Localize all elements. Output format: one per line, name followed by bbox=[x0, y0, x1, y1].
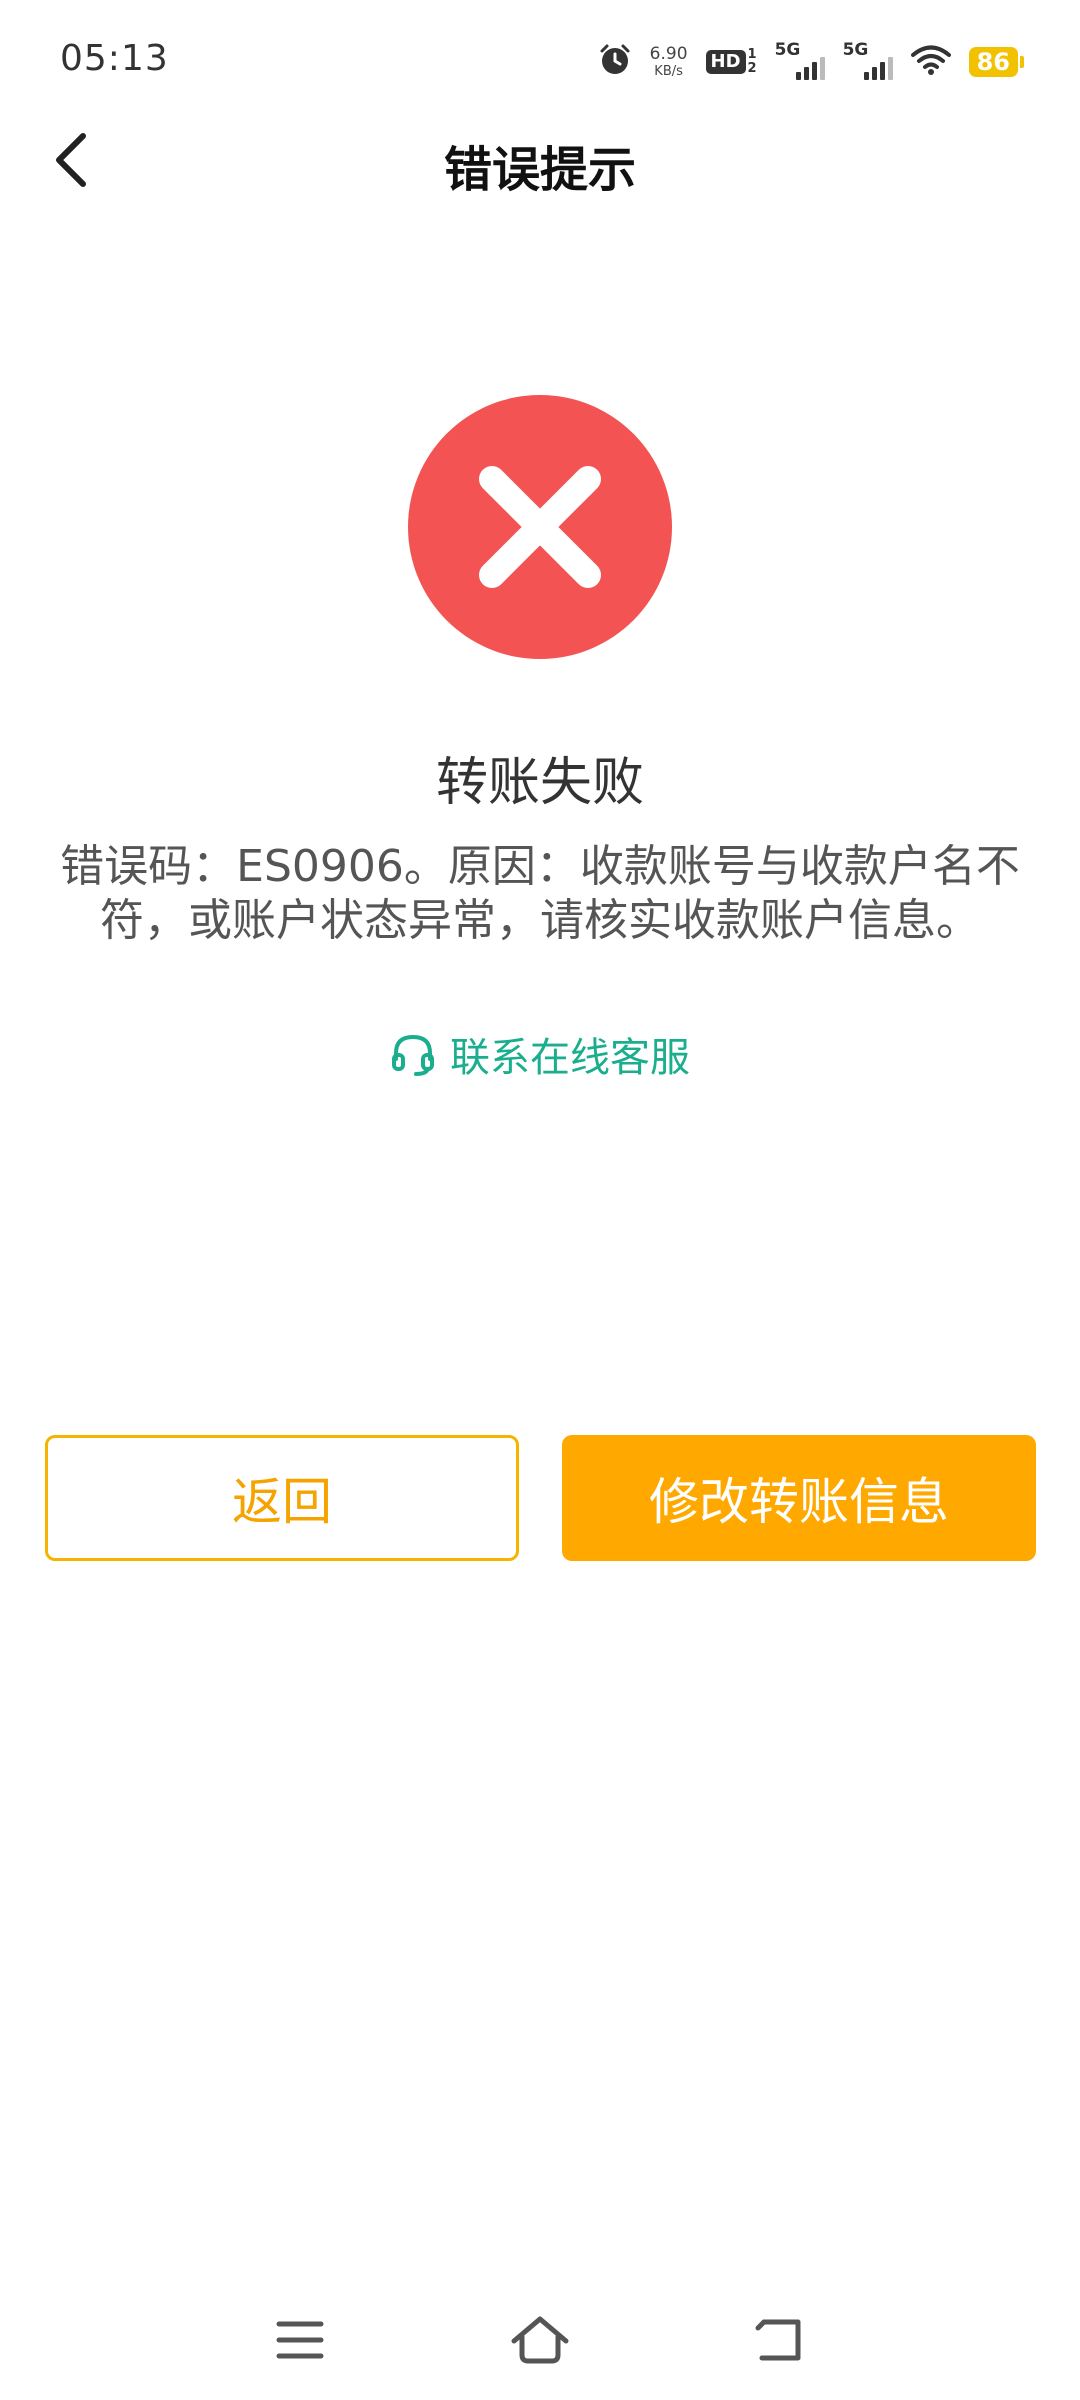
network-speed-unit: KB/s bbox=[654, 64, 683, 79]
nav-bar: 错误提示 bbox=[0, 100, 1080, 220]
network-speed: 6.90 KB/s bbox=[649, 44, 688, 79]
error-message-line1: 错误码：ES0906。原因：收款账号与收款户名不 bbox=[60, 841, 1020, 892]
network-speed-value: 6.90 bbox=[649, 44, 688, 64]
status-time: 05:13 bbox=[60, 38, 169, 79]
hd-icon: HD 1 2 bbox=[705, 48, 757, 75]
error-message-line2: 符，或账户状态异常，请核实收款账户信息。 bbox=[100, 895, 980, 946]
battery-level: 86 bbox=[968, 47, 1018, 77]
return-button[interactable]: 返回 bbox=[45, 1435, 519, 1561]
menu-button[interactable] bbox=[260, 2300, 340, 2380]
status-icons: 6.90 KB/s HD 1 2 5G 5G 86 bbox=[598, 38, 1024, 86]
signal-icon: 5G bbox=[843, 42, 893, 82]
error-message: 错误码：ES0906。原因：收款账号与收款户名不 符，或账户状态异常，请核实收款… bbox=[40, 840, 1040, 948]
result-title: 转账失败 bbox=[435, 753, 644, 813]
modify-transfer-button[interactable]: 修改转账信息 bbox=[562, 1435, 1036, 1561]
signal-icon: 5G bbox=[775, 42, 825, 82]
back-icon bbox=[755, 2319, 801, 2361]
hd-sim-bottom: 2 bbox=[747, 61, 757, 76]
menu-icon bbox=[276, 2321, 324, 2359]
system-back-button[interactable] bbox=[740, 2300, 820, 2380]
contact-support-link[interactable]: 联系在线客服 bbox=[0, 1025, 1080, 1083]
home-icon bbox=[511, 2316, 569, 2364]
headset-icon bbox=[392, 1034, 434, 1076]
close-circle-icon bbox=[408, 395, 672, 659]
battery-icon: 86 bbox=[968, 47, 1024, 77]
home-button[interactable] bbox=[500, 2300, 580, 2380]
wifi-icon bbox=[910, 44, 951, 80]
hd-sim-top: 1 bbox=[747, 47, 757, 63]
hd-label: HD bbox=[705, 50, 746, 74]
alarm-icon bbox=[598, 43, 632, 81]
contact-support-label: 联系在线客服 bbox=[450, 1035, 690, 1081]
page-title: 错误提示 bbox=[443, 142, 636, 198]
system-nav-bar bbox=[0, 2290, 1080, 2390]
hd-sim-numbers: 1 2 bbox=[748, 48, 757, 75]
